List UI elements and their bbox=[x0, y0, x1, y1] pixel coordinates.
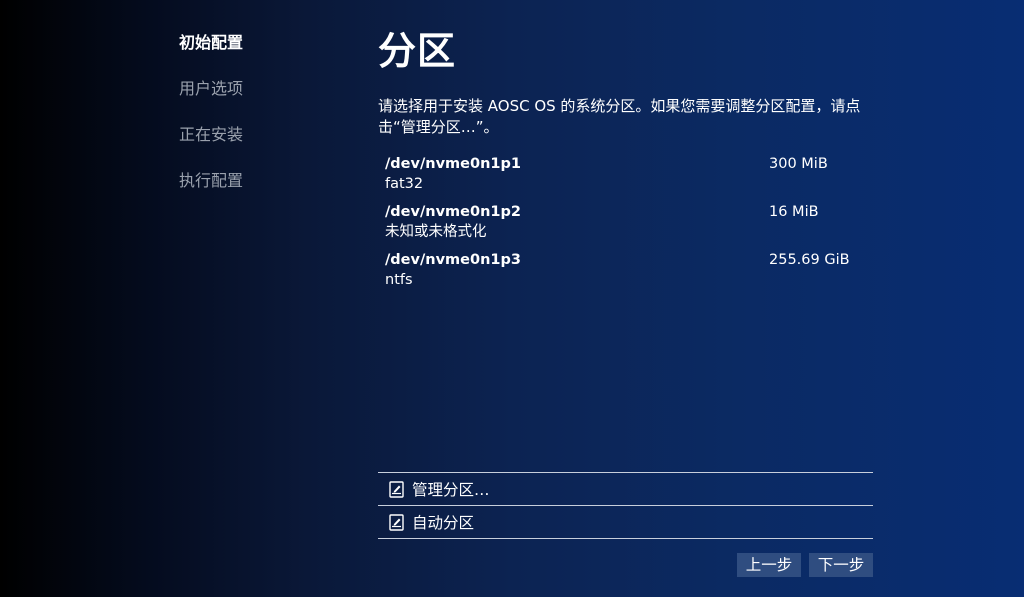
page-description: 请选择用于安装 AOSC OS 的系统分区。如果您需要调整分区配置，请点击“管理… bbox=[378, 97, 861, 136]
step-post-config[interactable]: 执行配置 bbox=[179, 169, 329, 215]
partition-item[interactable]: /dev/nvme0n1p3 ntfs 255.69 GiB bbox=[378, 250, 873, 298]
partition-size: 300 MiB bbox=[769, 156, 828, 172]
page-title: 分区 bbox=[378, 29, 457, 73]
wizard-nav: 上一步 下一步 bbox=[729, 553, 873, 577]
partition-filesystem: fat32 bbox=[385, 176, 424, 192]
main-panel: 分区 请选择用于安装 AOSC OS 的系统分区。如果您需要调整分区配置，请点击… bbox=[378, 26, 873, 586]
partition-item[interactable]: /dev/nvme0n1p1 fat32 300 MiB bbox=[378, 154, 873, 202]
partition-filesystem: 未知或未格式化 bbox=[385, 224, 487, 240]
partition-list: /dev/nvme0n1p1 fat32 300 MiB /dev/nvme0n… bbox=[378, 154, 873, 298]
next-button[interactable]: 下一步 bbox=[809, 553, 873, 577]
back-button[interactable]: 上一步 bbox=[737, 553, 801, 577]
partition-size: 255.69 GiB bbox=[769, 252, 850, 268]
disk-edit-icon bbox=[389, 480, 404, 498]
auto-partition-label: 自动分区 bbox=[412, 514, 475, 532]
step-user-options[interactable]: 用户选项 bbox=[179, 77, 329, 123]
step-initial-config[interactable]: 初始配置 bbox=[179, 31, 329, 77]
partition-size: 16 MiB bbox=[769, 204, 819, 220]
auto-partition-button[interactable]: 自动分区 bbox=[378, 505, 873, 539]
wizard-steps: 初始配置 用户选项 正在安装 执行配置 bbox=[179, 31, 329, 215]
step-installing[interactable]: 正在安装 bbox=[179, 123, 329, 169]
partition-item[interactable]: /dev/nvme0n1p2 未知或未格式化 16 MiB bbox=[378, 202, 873, 250]
partition-actions: 管理分区… 自动分区 bbox=[378, 472, 873, 539]
disk-edit-icon bbox=[389, 513, 404, 531]
manage-partitions-label: 管理分区… bbox=[412, 481, 490, 499]
partition-filesystem: ntfs bbox=[385, 272, 413, 288]
manage-partitions-button[interactable]: 管理分区… bbox=[378, 472, 873, 505]
